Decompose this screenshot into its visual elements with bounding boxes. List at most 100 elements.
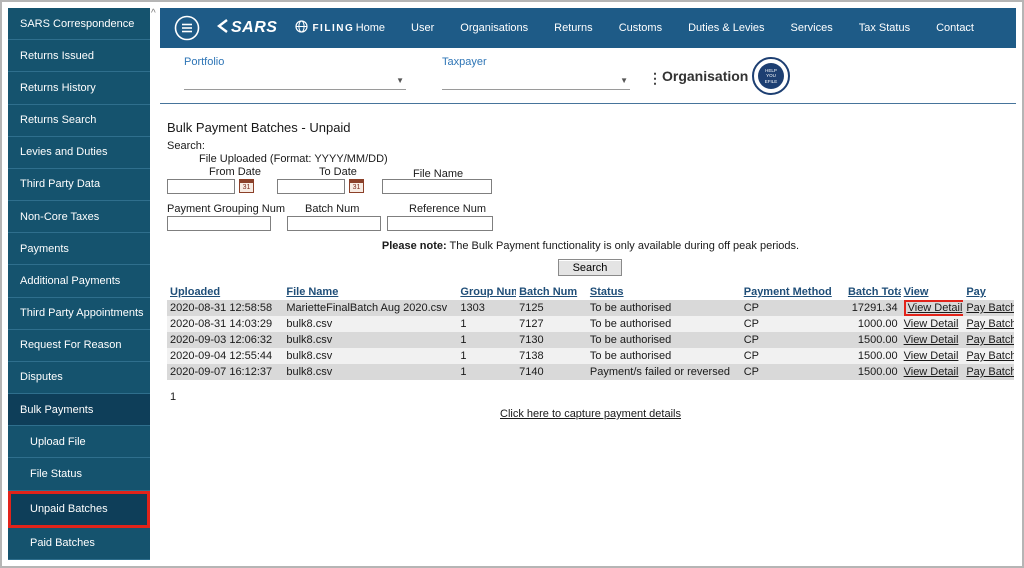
cell-group-num: 1 bbox=[457, 332, 517, 348]
sidebar-item-paid-batches[interactable]: Paid Batches bbox=[8, 527, 150, 560]
nav-customs[interactable]: Customs bbox=[619, 22, 662, 34]
cell-uploaded: 2020-09-03 12:06:32 bbox=[167, 332, 284, 348]
cell-batch-num: 7130 bbox=[516, 332, 587, 348]
pay-batch-link[interactable]: Pay Batch bbox=[966, 334, 1014, 346]
payment-grouping-num-label: Payment Grouping Num bbox=[167, 203, 285, 215]
sidebar-item-sars-correspondence[interactable]: SARS Correspondence bbox=[8, 8, 150, 41]
col-header-batch-num[interactable]: Batch Num bbox=[516, 284, 587, 300]
bulk-payment-note: Please note: The Bulk Payment functional… bbox=[167, 240, 1014, 252]
payment-grouping-num-input[interactable] bbox=[167, 216, 271, 231]
search-button[interactable]: Search bbox=[558, 259, 622, 276]
sidebar-item-levies-and-duties[interactable]: Levies and Duties bbox=[8, 136, 150, 169]
sidebar: SARS Correspondence Returns Issued Retur… bbox=[8, 8, 150, 560]
table-row: 2020-08-31 12:58:58 MarietteFinalBatch A… bbox=[167, 300, 1014, 316]
efiling-badge-text: HELP YOU eFILE bbox=[758, 63, 784, 89]
cell-payment-method: CP bbox=[740, 364, 845, 380]
batch-num-input[interactable] bbox=[287, 216, 381, 231]
nav-home[interactable]: Home bbox=[356, 22, 385, 34]
col-header-batch-total[interactable]: Batch Total bbox=[845, 284, 901, 300]
main-region: SARS FILING Home User Organisations Retu… bbox=[160, 8, 1016, 560]
view-detail-link[interactable]: View Detail bbox=[904, 366, 959, 378]
reference-num-input[interactable] bbox=[387, 216, 493, 231]
sidebar-item-unpaid-batches[interactable]: Unpaid Batches bbox=[8, 490, 150, 528]
cell-payment-method: CP bbox=[740, 316, 845, 332]
col-header-payment-method[interactable]: Payment Method bbox=[741, 284, 845, 300]
table-row: 2020-09-07 16:12:37 bulk8.csv 1 7140 Pay… bbox=[167, 364, 1014, 380]
pay-batch-link[interactable]: Pay Batch bbox=[966, 350, 1014, 362]
cell-batch-num: 7127 bbox=[516, 316, 587, 332]
organisation-heading: Organisation bbox=[662, 68, 749, 84]
hamburger-menu-icon[interactable] bbox=[174, 15, 200, 41]
nav-user[interactable]: User bbox=[411, 22, 434, 34]
to-date-input[interactable] bbox=[277, 179, 345, 194]
table-row: 2020-08-31 14:03:29 bulk8.csv 1 7127 To … bbox=[167, 316, 1014, 332]
sidebar-item-third-party-appointments[interactable]: Third Party Appointments bbox=[8, 297, 150, 330]
view-detail-link[interactable]: View Detail bbox=[904, 318, 959, 330]
cell-batch-num: 7125 bbox=[516, 300, 587, 316]
file-name-input[interactable] bbox=[382, 179, 492, 194]
sidebar-item-non-core-taxes[interactable]: Non-Core Taxes bbox=[8, 201, 150, 234]
sidebar-item-third-party-data[interactable]: Third Party Data bbox=[8, 168, 150, 202]
view-detail-link[interactable]: View Detail bbox=[908, 302, 963, 314]
sidebar-item-file-status[interactable]: File Status bbox=[8, 458, 150, 491]
nav-returns[interactable]: Returns bbox=[554, 22, 593, 34]
nav-tax-status[interactable]: Tax Status bbox=[859, 22, 910, 34]
cell-group-num: 1 bbox=[457, 364, 517, 380]
cell-file-name: MarietteFinalBatch Aug 2020.csv bbox=[283, 300, 458, 316]
taxpayer-dropdown[interactable]: ▼ bbox=[442, 68, 630, 90]
more-options-icon[interactable]: ⋮ bbox=[648, 70, 662, 87]
efiling-logo: FILING bbox=[295, 20, 354, 36]
sidebar-item-returns-history[interactable]: Returns History bbox=[8, 72, 150, 105]
app-window: SARS Correspondence Returns Issued Retur… bbox=[0, 0, 1024, 568]
col-header-pay[interactable]: Pay bbox=[963, 284, 1014, 300]
chevron-down-icon: ▼ bbox=[396, 76, 404, 85]
file-uploaded-format-label: File Uploaded (Format: YYYY/MM/DD) bbox=[199, 153, 388, 165]
cell-group-num: 1 bbox=[457, 316, 517, 332]
col-header-uploaded[interactable]: Uploaded bbox=[167, 284, 283, 300]
cell-group-num: 1303 bbox=[457, 300, 517, 316]
sidebar-item-returns-search[interactable]: Returns Search bbox=[8, 104, 150, 137]
portfolio-dropdown[interactable]: ▼ bbox=[184, 68, 406, 90]
sidebar-item-payments[interactable]: Payments bbox=[8, 233, 150, 266]
table-row: 2020-09-04 12:55:44 bulk8.csv 1 7138 To … bbox=[167, 348, 1014, 364]
sidebar-item-returns-issued[interactable]: Returns Issued bbox=[8, 40, 150, 73]
pay-batch-link[interactable]: Pay Batch bbox=[966, 366, 1014, 378]
cell-payment-method: CP bbox=[740, 300, 845, 316]
sidebar-item-additional-payments[interactable]: Additional Payments bbox=[8, 265, 150, 298]
cell-batch-total: 1500.00 bbox=[844, 348, 901, 364]
capture-payment-details-link[interactable]: Click here to capture payment details bbox=[500, 408, 681, 420]
col-header-view[interactable]: View bbox=[901, 284, 964, 300]
pay-batch-link[interactable]: Pay Batch bbox=[966, 302, 1014, 314]
nav-services[interactable]: Services bbox=[791, 22, 833, 34]
from-date-input[interactable] bbox=[167, 179, 235, 194]
col-header-status[interactable]: Status bbox=[587, 284, 741, 300]
taxpayer-field: Taxpayer ▼ bbox=[442, 56, 630, 90]
nav-duties-levies[interactable]: Duties & Levies bbox=[688, 22, 764, 34]
sidebar-item-bulk-payments[interactable]: Bulk Payments bbox=[8, 394, 150, 427]
taxpayer-label: Taxpayer bbox=[442, 56, 487, 68]
cell-batch-total: 1500.00 bbox=[844, 364, 901, 380]
col-header-file-name[interactable]: File Name bbox=[283, 284, 457, 300]
sidebar-item-request-for-reason[interactable]: Request For Reason bbox=[8, 329, 150, 362]
nav-organisations[interactable]: Organisations bbox=[460, 22, 528, 34]
nav-contact[interactable]: Contact bbox=[936, 22, 974, 34]
portfolio-label: Portfolio bbox=[184, 56, 225, 68]
cell-uploaded: 2020-09-04 12:55:44 bbox=[167, 348, 284, 364]
portfolio-bar: Portfolio ▼ Taxpayer ▼ ⋮ Organisation HE… bbox=[160, 48, 1016, 104]
efiling-badge-logo: HELP YOU eFILE bbox=[752, 57, 790, 95]
view-detail-link[interactable]: View Detail bbox=[904, 350, 959, 362]
cell-batch-num: 7140 bbox=[516, 364, 587, 380]
batch-num-label: Batch Num bbox=[305, 203, 360, 215]
cell-batch-total: 1500.00 bbox=[844, 332, 901, 348]
pay-batch-link[interactable]: Pay Batch bbox=[966, 318, 1014, 330]
cell-file-name: bulk8.csv bbox=[283, 364, 458, 380]
col-header-group-num[interactable]: Group Num bbox=[457, 284, 516, 300]
cell-batch-total: 17291.34 bbox=[844, 300, 901, 316]
scrollbar-up-icon[interactable]: ^ bbox=[151, 9, 156, 19]
sidebar-item-disputes[interactable]: Disputes bbox=[8, 361, 150, 395]
calendar-icon[interactable]: 31 bbox=[239, 179, 254, 193]
calendar-icon[interactable]: 31 bbox=[349, 179, 364, 193]
view-detail-link[interactable]: View Detail bbox=[904, 334, 959, 346]
sidebar-item-upload-file[interactable]: Upload File bbox=[8, 426, 150, 459]
pagination-page-1[interactable]: 1 bbox=[170, 391, 176, 403]
